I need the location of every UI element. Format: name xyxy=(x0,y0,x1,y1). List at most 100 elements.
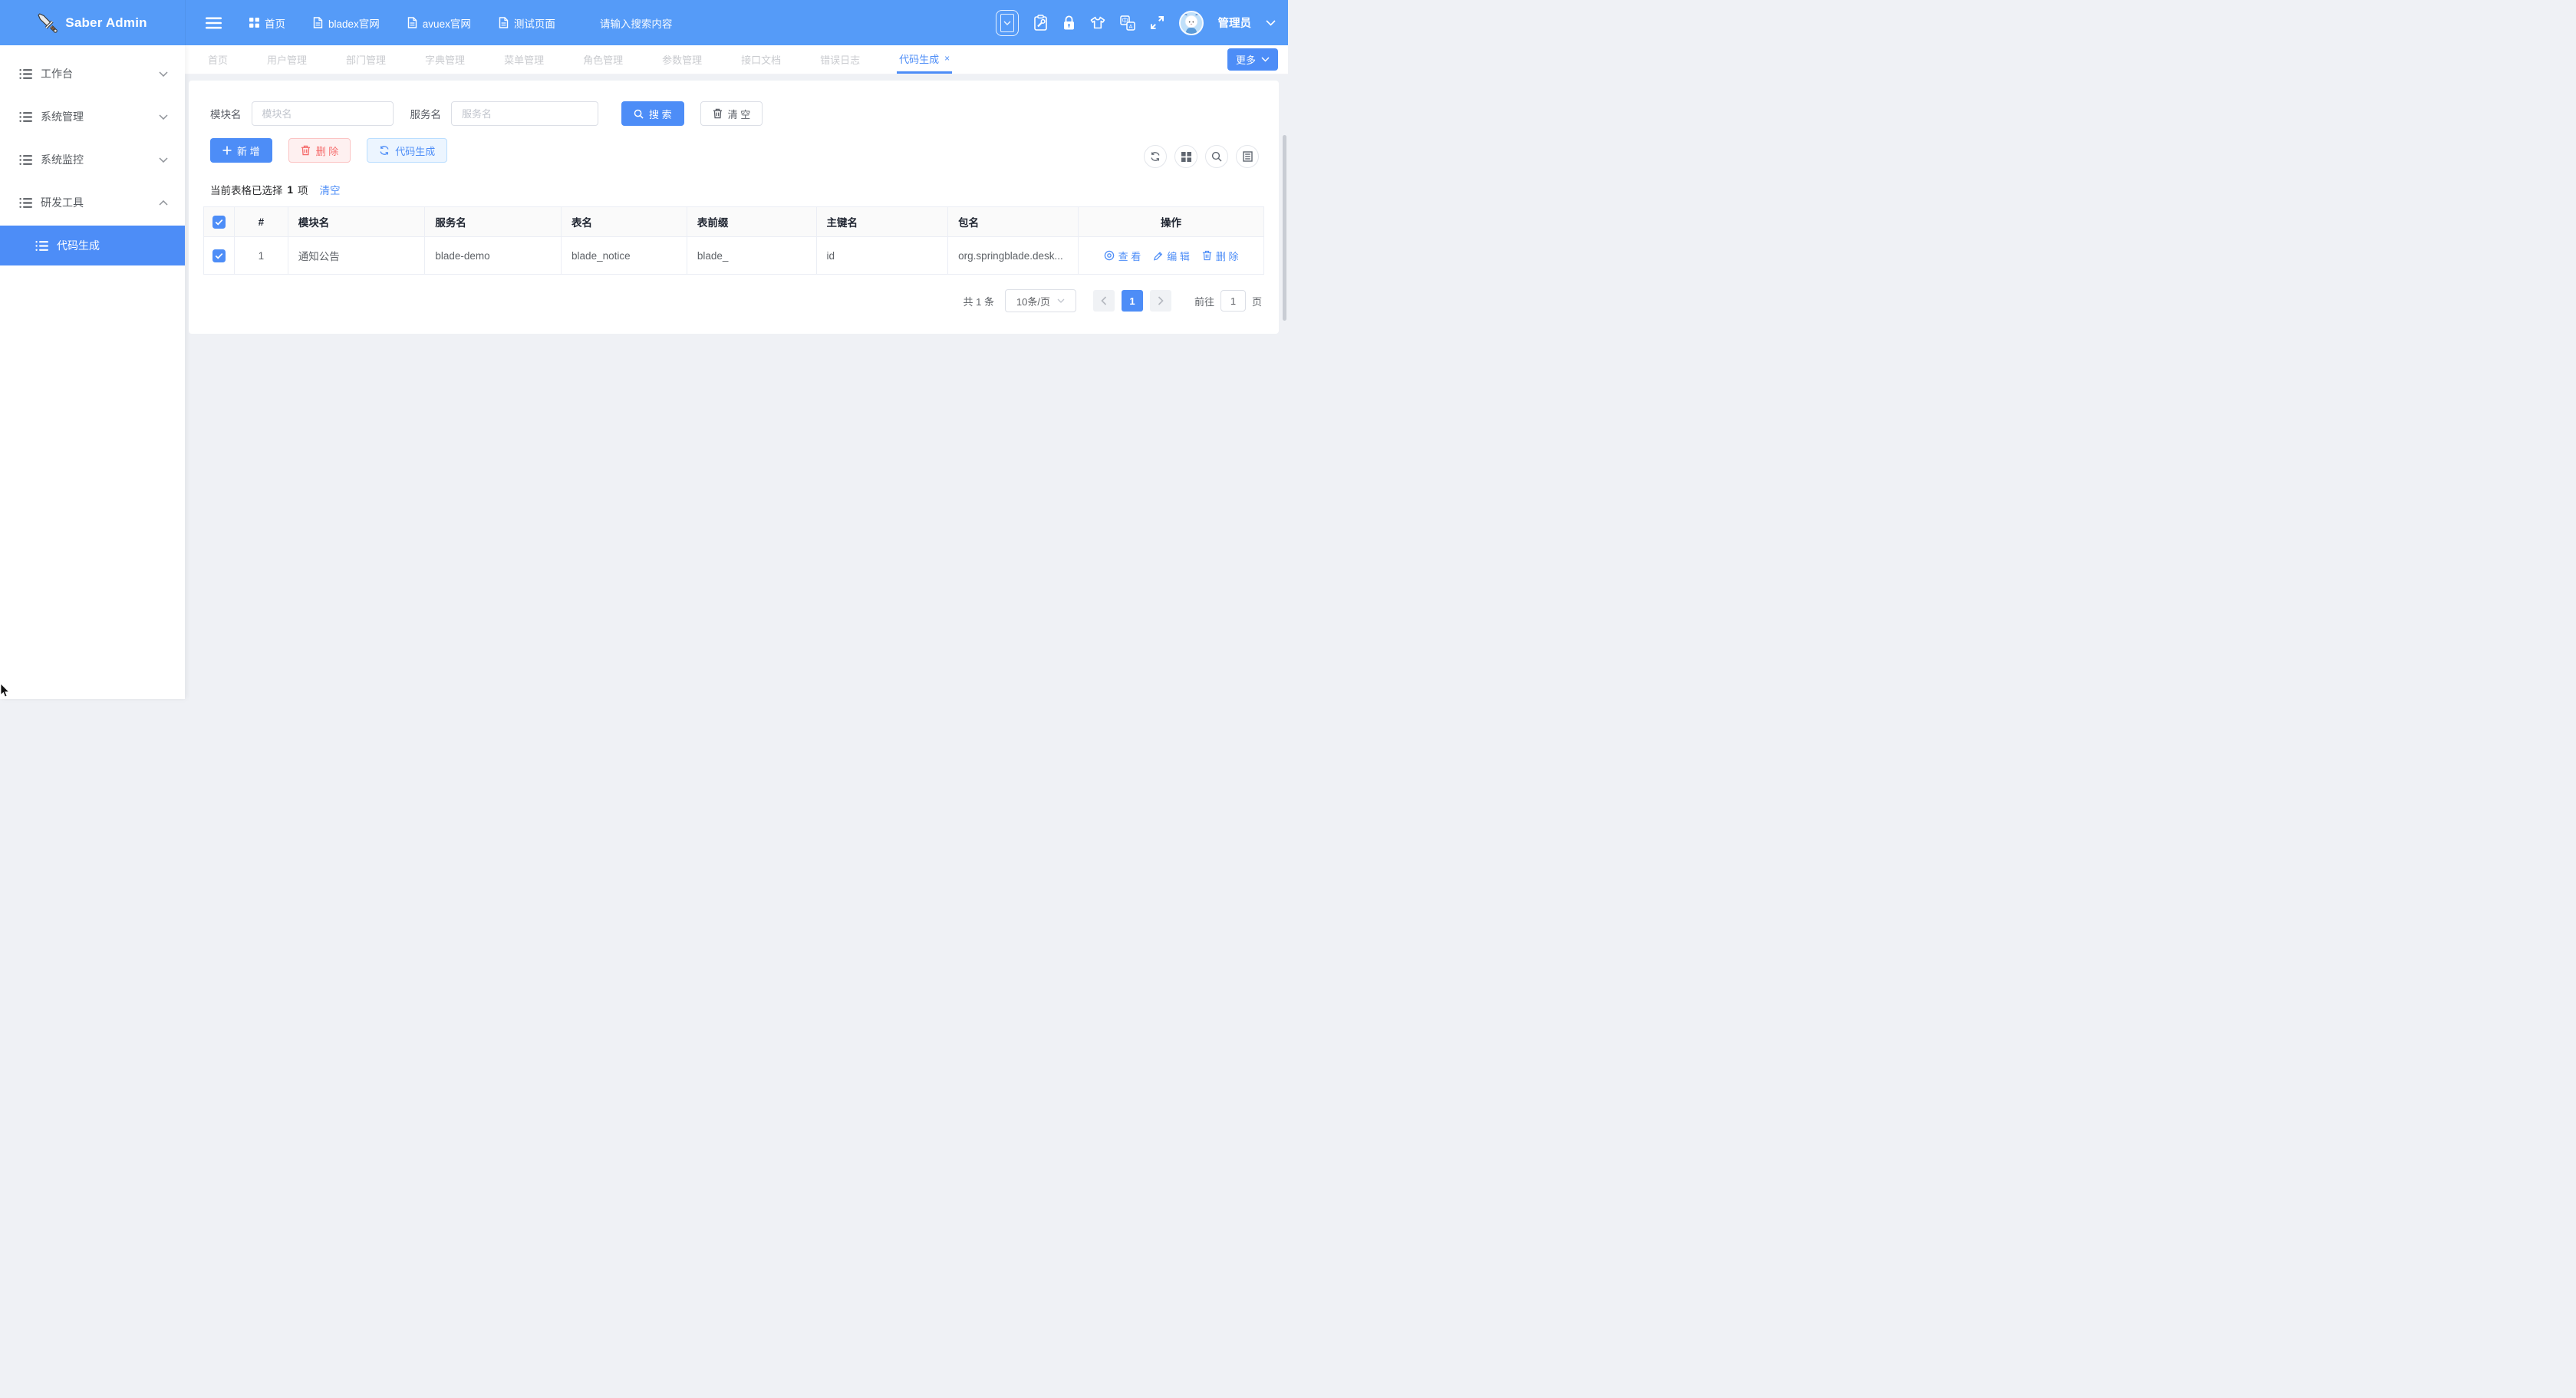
document-lines-icon xyxy=(1243,151,1253,162)
sidebar-item-dev-tools[interactable]: 研发工具 xyxy=(0,183,185,223)
user-name[interactable]: 管理员 xyxy=(1218,15,1252,31)
row-delete-link[interactable]: 删 除 xyxy=(1202,249,1239,263)
table-row[interactable]: 1 通知公告 blade-demo blade_notice blade_ id… xyxy=(204,237,1264,275)
grid-view-button[interactable] xyxy=(1174,145,1197,168)
list-icon xyxy=(19,111,32,123)
row-checkbox[interactable] xyxy=(212,249,226,262)
module-name-input[interactable] xyxy=(252,101,394,126)
chevron-down-icon xyxy=(159,157,168,163)
global-search-input[interactable]: 请输入搜索内容 xyxy=(600,15,673,31)
service-name-input[interactable] xyxy=(451,101,598,126)
trash-icon xyxy=(713,108,723,119)
goto-page-input[interactable] xyxy=(1220,290,1246,312)
column-header-table[interactable]: 表名 xyxy=(562,207,687,237)
previous-page-button[interactable] xyxy=(1093,290,1115,312)
selection-text: 当前表格已选择 xyxy=(210,182,283,197)
cell-service: blade-demo xyxy=(425,237,562,275)
plus-icon xyxy=(222,146,232,155)
sidebar-item-system-monitor[interactable]: 系统监控 xyxy=(0,140,185,180)
close-icon[interactable]: × xyxy=(944,54,950,63)
sidebar-item-system-management[interactable]: 系统管理 xyxy=(0,97,185,137)
column-header-actions: 操作 xyxy=(1079,207,1264,237)
sidebar-item-label: 系统管理 xyxy=(41,109,84,124)
theme-tshirt-icon[interactable] xyxy=(1090,16,1105,30)
next-page-button[interactable] xyxy=(1150,290,1171,312)
module-name-label: 模块名 xyxy=(210,106,242,121)
tab-user-management[interactable]: 用户管理 xyxy=(267,45,307,74)
translate-icon[interactable]: 中 A xyxy=(1120,15,1135,31)
search-icon xyxy=(634,109,644,119)
debug-log-icon[interactable] xyxy=(1033,15,1048,31)
table-header-row: # 模块名 服务名 表名 表前缀 主键名 包名 操作 xyxy=(204,207,1264,237)
pencil-icon xyxy=(1153,251,1163,261)
column-settings-button[interactable] xyxy=(1236,145,1259,168)
chevron-up-icon xyxy=(159,200,168,206)
add-button[interactable]: 新 增 xyxy=(210,138,272,163)
column-header-package[interactable]: 包名 xyxy=(948,207,1079,237)
list-icon xyxy=(19,68,32,80)
lock-icon[interactable] xyxy=(1062,15,1076,31)
header-nav: 首页 bladex官网 xyxy=(249,15,555,31)
hamburger-menu-icon[interactable] xyxy=(206,17,222,29)
page-size-select[interactable]: 10条/页 xyxy=(1005,289,1076,312)
search-toggle-button[interactable] xyxy=(1205,145,1228,168)
column-header-module[interactable]: 模块名 xyxy=(288,207,425,237)
tab-code-generation[interactable]: 代码生成 × xyxy=(897,45,952,74)
collapse-tags-button[interactable] xyxy=(996,10,1019,36)
nav-item-home[interactable]: 首页 xyxy=(249,15,285,31)
user-avatar[interactable] xyxy=(1179,11,1204,35)
row-view-link[interactable]: 查 看 xyxy=(1104,249,1141,263)
main-area: 首页 用户管理 部门管理 字典管理 菜单管理 角色管理 参数管理 接口文档 错误… xyxy=(185,45,1288,699)
cell-package: org.springblade.desk... xyxy=(948,237,1079,275)
codegen-label: 代码生成 xyxy=(395,143,435,158)
refresh-button[interactable] xyxy=(1144,145,1167,168)
mouse-cursor xyxy=(0,684,10,697)
sidebar-item-label: 工作台 xyxy=(41,66,73,81)
tab-home[interactable]: 首页 xyxy=(208,45,228,74)
code-generate-button[interactable]: 代码生成 xyxy=(367,138,447,163)
tab-dict-management[interactable]: 字典管理 xyxy=(425,45,465,74)
cell-actions: 查 看 编 辑 xyxy=(1079,237,1264,275)
tab-error-log[interactable]: 错误日志 xyxy=(820,45,860,74)
table-toolbar: 新 增 删 除 xyxy=(210,138,1264,163)
list-icon xyxy=(19,154,32,166)
more-label: 更多 xyxy=(1236,52,1256,67)
row-edit-link[interactable]: 编 辑 xyxy=(1153,249,1190,263)
fullscreen-icon[interactable] xyxy=(1150,15,1164,30)
document-icon xyxy=(313,17,323,28)
cell-table-prefix: blade_ xyxy=(687,237,816,275)
service-name-label: 服务名 xyxy=(410,106,442,121)
search-icon xyxy=(1211,151,1222,162)
tab-dept-management[interactable]: 部门管理 xyxy=(346,45,386,74)
column-header-service[interactable]: 服务名 xyxy=(425,207,562,237)
sidebar-item-label: 系统监控 xyxy=(41,152,84,167)
tabs-more-button[interactable]: 更多 xyxy=(1227,48,1278,71)
search-label: 搜 索 xyxy=(649,107,672,121)
delete-button[interactable]: 删 除 xyxy=(288,138,351,163)
sidebar-item-workbench[interactable]: 工作台 xyxy=(0,54,185,94)
sidebar-item-code-generation[interactable]: 代码生成 xyxy=(0,226,185,265)
selection-clear-link[interactable]: 清空 xyxy=(320,182,341,197)
svg-text:A: A xyxy=(1128,22,1132,29)
vertical-scrollbar[interactable] xyxy=(1283,135,1286,321)
tab-param-management[interactable]: 参数管理 xyxy=(662,45,702,74)
column-header-index[interactable]: # xyxy=(234,207,288,237)
refresh-icon xyxy=(379,145,390,156)
clear-button[interactable]: 清 空 xyxy=(700,101,763,126)
nav-label: bladex官网 xyxy=(328,15,380,31)
tab-label: 代码生成 xyxy=(899,51,939,66)
select-all-checkbox[interactable] xyxy=(212,216,226,229)
tab-menu-management[interactable]: 菜单管理 xyxy=(504,45,544,74)
search-button[interactable]: 搜 索 xyxy=(621,101,684,126)
nav-item-test-page[interactable]: 测试页面 xyxy=(499,15,555,31)
page-number-button[interactable]: 1 xyxy=(1122,290,1143,312)
column-header-pk[interactable]: 主键名 xyxy=(816,207,948,237)
tab-api-docs[interactable]: 接口文档 xyxy=(741,45,781,74)
chevron-down-icon xyxy=(159,71,168,77)
column-header-prefix[interactable]: 表前缀 xyxy=(687,207,816,237)
user-menu-chevron-down-icon[interactable] xyxy=(1266,20,1276,26)
nav-item-bladex[interactable]: bladex官网 xyxy=(313,15,380,31)
nav-item-avuex[interactable]: avuex官网 xyxy=(407,15,471,31)
selection-unit: 项 xyxy=(298,182,308,197)
tab-role-management[interactable]: 角色管理 xyxy=(583,45,623,74)
